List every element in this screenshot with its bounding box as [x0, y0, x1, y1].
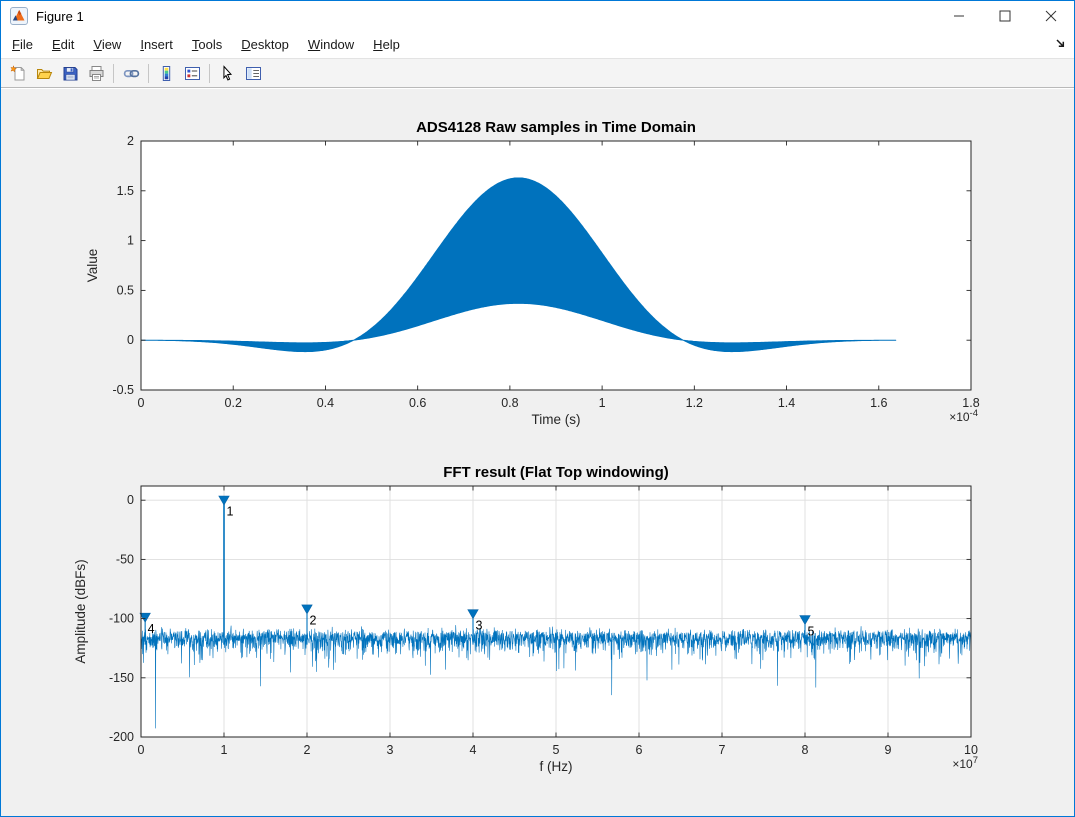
peak-label: 2 — [310, 614, 317, 628]
chart-title: ADS4128 Raw samples in Time Domain — [416, 119, 696, 136]
matlab-logo-icon — [10, 7, 28, 25]
dock-arrow-icon[interactable] — [1054, 37, 1067, 50]
svg-text:1: 1 — [127, 234, 134, 248]
x-axis-label: f (Hz) — [540, 759, 573, 774]
x-axis-label: Time (s) — [532, 412, 581, 427]
new-figure-icon[interactable] — [5, 60, 31, 86]
svg-text:4: 4 — [470, 743, 477, 757]
insert-colorbar-icon[interactable] — [153, 60, 179, 86]
title-bar[interactable]: Figure 1 — [1, 1, 1074, 31]
svg-text:0.5: 0.5 — [117, 283, 134, 297]
svg-text:2: 2 — [127, 134, 134, 148]
svg-text:0.2: 0.2 — [225, 396, 242, 410]
insert-legend-icon[interactable] — [179, 60, 205, 86]
svg-text:1.5: 1.5 — [117, 184, 134, 198]
svg-text:1.6: 1.6 — [870, 396, 887, 410]
svg-text:0.4: 0.4 — [317, 396, 334, 410]
svg-text:0.6: 0.6 — [409, 396, 426, 410]
menu-window[interactable]: Window — [308, 37, 354, 52]
time-domain-chart: 0 0.2 0.4 0.6 0.8 1 1.2 1.4 1.6 1.8-0.500.511.52A… — [85, 119, 980, 427]
print-figure-icon[interactable] — [83, 60, 109, 86]
maximize-button[interactable] — [982, 1, 1028, 31]
svg-text:-150: -150 — [109, 671, 134, 685]
svg-text:8: 8 — [802, 743, 809, 757]
save-figure-icon[interactable] — [57, 60, 83, 86]
svg-text:0: 0 — [127, 493, 134, 507]
svg-text:2: 2 — [304, 743, 311, 757]
window-title: Figure 1 — [36, 8, 84, 24]
svg-text:0: 0 — [138, 396, 145, 410]
y-axis-label: Value — [85, 249, 100, 283]
minimize-button[interactable] — [936, 1, 982, 31]
peak-label: 4 — [148, 622, 155, 636]
figure-toolbar — [1, 58, 1074, 88]
svg-text:1.2: 1.2 — [686, 396, 703, 410]
svg-text:1: 1 — [221, 743, 228, 757]
charts-svg: 0 0.2 0.4 0.6 0.8 1 1.2 1.4 1.6 1.8-0.500.511.52A… — [73, 119, 980, 774]
svg-text:0: 0 — [138, 743, 145, 757]
figure-canvas: 0 0.2 0.4 0.6 0.8 1 1.2 1.4 1.6 1.8 -0.5 0 0.5 1 1.5 2 A… — [1, 89, 1074, 816]
svg-text:-0.5: -0.5 — [112, 383, 134, 397]
y-axis-label: Amplitude (dBFs) — [73, 559, 88, 663]
menu-desktop[interactable]: Desktop — [241, 37, 289, 52]
menu-tools[interactable]: Tools — [192, 37, 222, 52]
peak-label: 5 — [808, 624, 815, 638]
svg-text:3: 3 — [387, 743, 394, 757]
chart-title: FFT result (Flat Top windowing) — [443, 464, 669, 481]
axis-exponent-label: ×10-4 — [949, 408, 978, 424]
menu-bar: File Edit View Insert Tools Desktop Wind… — [1, 31, 1074, 58]
figure-window: Figure 1 File Edit View Insert Tools Des… — [0, 0, 1075, 817]
menu-file[interactable]: File — [12, 37, 33, 52]
close-button[interactable] — [1028, 1, 1074, 31]
toolbar-separator — [148, 63, 149, 83]
edit-plot-icon[interactable] — [214, 60, 240, 86]
menu-view[interactable]: View — [93, 37, 121, 52]
svg-text:7: 7 — [719, 743, 726, 757]
svg-text:-200: -200 — [109, 730, 134, 744]
menu-help[interactable]: Help — [373, 37, 400, 52]
svg-text:-100: -100 — [109, 612, 134, 626]
svg-text:0.8: 0.8 — [501, 396, 518, 410]
open-file-icon[interactable] — [31, 60, 57, 86]
svg-text:6: 6 — [636, 743, 643, 757]
fft-chart: 12 34 50 1 2 3 4 5 6 7 8 9 10-200-150-100-500FFT res… — [73, 464, 978, 774]
link-plot-icon[interactable] — [118, 60, 144, 86]
peak-label: 3 — [476, 618, 483, 632]
svg-text:1: 1 — [599, 396, 606, 410]
svg-text:9: 9 — [885, 743, 892, 757]
toolbar-separator — [209, 63, 210, 83]
property-inspector-icon[interactable] — [240, 60, 266, 86]
toolbar-separator — [113, 63, 114, 83]
menu-edit[interactable]: Edit — [52, 37, 74, 52]
menu-insert[interactable]: Insert — [140, 37, 173, 52]
axis-exponent-label: ×107 — [952, 755, 978, 771]
peak-label: 1 — [227, 505, 234, 519]
svg-text:-50: -50 — [116, 552, 134, 566]
svg-text:0: 0 — [127, 333, 134, 347]
svg-text:5: 5 — [553, 743, 560, 757]
window-controls — [936, 1, 1074, 31]
svg-text:1.4: 1.4 — [778, 396, 795, 410]
